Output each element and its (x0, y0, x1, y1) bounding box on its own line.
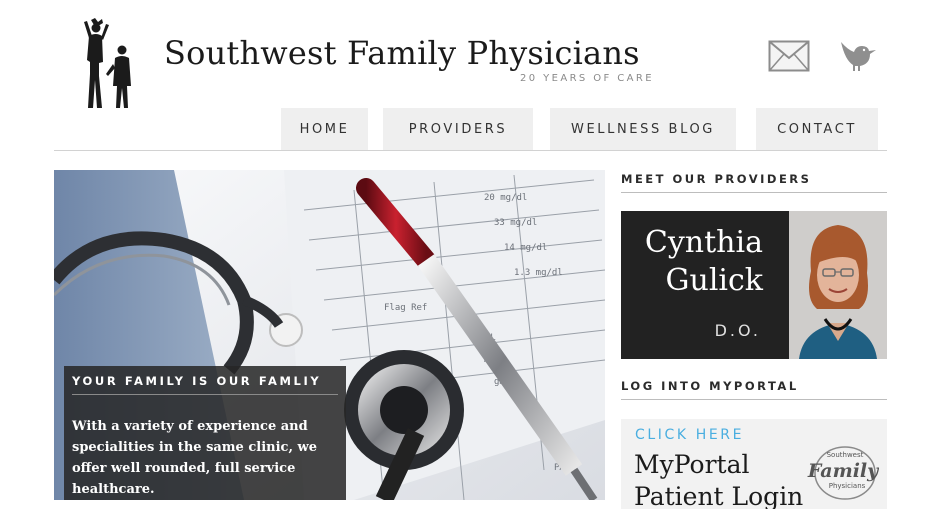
nav-home[interactable]: HOME (281, 108, 368, 150)
nav-divider (54, 150, 887, 151)
hero-text: With a variety of experience and special… (72, 419, 317, 497)
portal-heading: LOG INTO MYPORTAL (621, 379, 799, 393)
providers-heading-rule (621, 192, 887, 193)
svg-text:33 mg/dl: 33 mg/dl (494, 218, 537, 228)
bird-icon[interactable] (838, 38, 880, 74)
svg-text:1.3 mg/dl: 1.3 mg/dl (514, 268, 563, 278)
nav-contact[interactable]: CONTACT (756, 108, 878, 150)
envelope-icon[interactable] (768, 40, 810, 72)
myportal-login-box[interactable]: CLICK HERE MyPortal Patient Login Southw… (621, 419, 887, 509)
provider-last-name: Gulick (665, 263, 763, 298)
provider-credential: D.O. (714, 321, 761, 340)
svg-text:Flag Ref: Flag Ref (384, 303, 427, 313)
svg-text:14 mg/dl: 14 mg/dl (504, 243, 547, 253)
nav-wellness-blog[interactable]: WELLNESS BLOG (550, 108, 736, 150)
portal-logo-top-text: Southwest (827, 451, 864, 459)
portal-logo-bottom-text: Physicians (829, 482, 866, 490)
portal-heading-rule (621, 399, 887, 400)
logo-silhouette-icon[interactable] (76, 16, 136, 112)
hero-caption-panel: YOUR FAMILY IS OUR FAMLIY With a variety… (64, 366, 346, 500)
family-physicians-logo-icon: Southwest Family Physicians (807, 446, 879, 500)
portal-logo-main-text: Family (807, 460, 879, 482)
providers-heading: MEET OUR PROVIDERS (621, 172, 812, 186)
provider-first-name: Cynthia (644, 225, 763, 260)
nav-providers[interactable]: PROVIDERS (383, 108, 533, 150)
hero-heading: YOUR FAMILY IS OUR FAMLIY (72, 374, 338, 395)
provider-card[interactable]: Cynthia Gulick D.O. (621, 211, 887, 359)
provider-photo (789, 211, 887, 359)
hero-banner: 20 mg/dl 33 mg/dl 14 mg/dl 1.3 mg/dl Flag … (54, 170, 605, 500)
svg-text:20 mg/dl: 20 mg/dl (484, 193, 527, 203)
portal-click-here-link[interactable]: CLICK HERE (635, 427, 744, 443)
site-title[interactable]: Southwest Family Physicians (164, 34, 640, 72)
provider-name-panel: Cynthia Gulick D.O. (621, 211, 789, 359)
portal-title: MyPortal Patient Login (634, 450, 804, 509)
site-tagline: 20 YEARS OF CARE (520, 73, 654, 84)
